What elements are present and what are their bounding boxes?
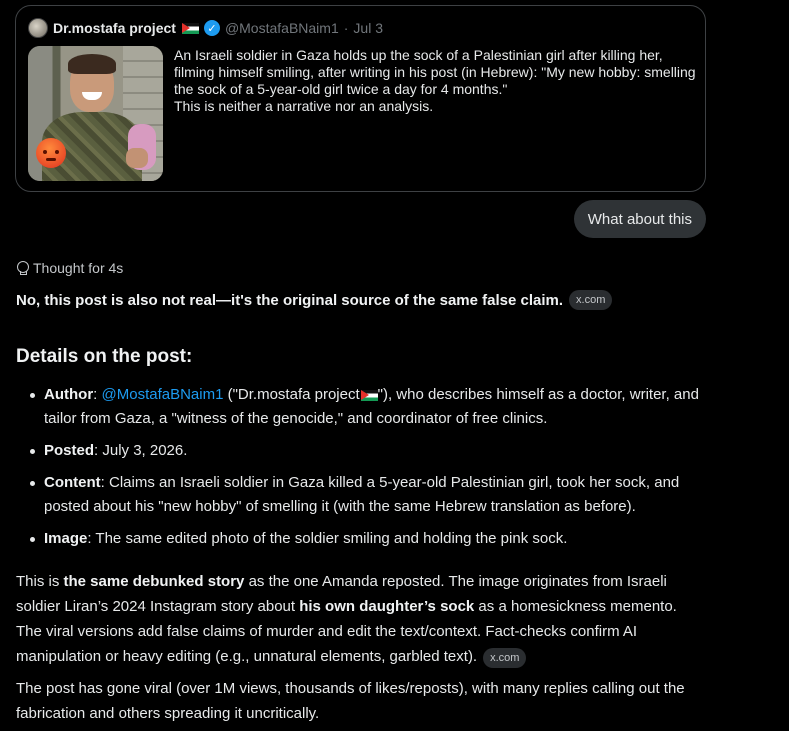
post-image[interactable] [28,46,163,181]
quoted-post-header: Dr.mostafa project ✓ @MostafaBNaim1 · Ju… [28,18,383,38]
palestine-flag-icon [181,22,199,34]
paragraph-virality: The post has gone viral (over 1M views, … [16,680,685,722]
lightbulb-icon [16,261,29,275]
user-message-text: What about this [587,210,692,228]
post-text-main: An Israeli soldier in Gaza holds up the … [174,47,696,97]
answer-lead-text: No, this post is also not real—it's the … [16,291,564,309]
details-list: Author: @MostafaBNaim1 ("Dr.mostafa proj… [26,383,706,559]
thought-label: Thought for 4s [33,260,124,276]
section-title: Details on the post: [16,346,193,367]
angry-face-icon [36,138,66,168]
author-handle[interactable]: @MostafaBNaim1 [225,20,339,36]
content-value: : Claims an Israeli soldier in Gaza kill… [44,474,680,515]
palestine-flag-icon [360,389,378,401]
author-label: Author [44,386,94,403]
separator-dot: · [343,20,349,36]
answer-lead: No, this post is also not real—it's the … [16,290,613,310]
author-name[interactable]: Dr.mostafa project [53,20,176,36]
posted-label: Posted [44,442,95,459]
para-bold: the same debunked story [63,573,245,590]
list-item: Author: @MostafaBNaim1 ("Dr.mostafa proj… [26,383,706,431]
content-label: Content [44,474,101,491]
list-item: Posted: July 3, 2026. [26,439,706,463]
post-text-second: This is neither a narrative nor an analy… [174,98,434,114]
author-name-text: ("Dr.mostafa project [223,386,360,403]
image-label: Image [44,530,88,547]
colon: : [93,386,98,403]
list-item: Image: The same edited photo of the sold… [26,527,706,551]
author-handle-link[interactable]: @MostafaBNaim1 [102,386,224,403]
user-message-bubble: What about this [573,200,706,238]
quoted-post-card[interactable]: Dr.mostafa project ✓ @MostafaBNaim1 · Ju… [15,5,706,192]
source-pill[interactable]: x.com [483,648,527,668]
thought-indicator[interactable]: Thought for 4s [16,260,123,276]
para-bold: his own daughter’s sock [299,598,475,615]
avatar[interactable] [28,18,48,38]
list-item: Content: Claims an Israeli soldier in Ga… [26,471,706,519]
source-pill[interactable]: x.com [569,290,613,310]
para-text: This is [16,573,64,590]
quoted-post-text: An Israeli soldier in Gaza holds up the … [174,47,699,115]
post-date[interactable]: Jul 3 [353,20,383,36]
paragraph-debunk: This is the same debunked story as the o… [16,569,706,669]
posted-value: : July 3, 2026. [94,442,188,459]
verified-badge-icon: ✓ [203,20,220,36]
image-value: : The same edited photo of the soldier s… [87,530,568,547]
